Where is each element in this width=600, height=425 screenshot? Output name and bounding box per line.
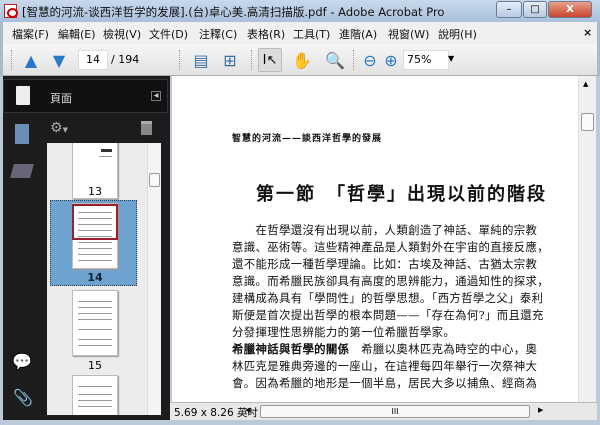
close-button[interactable]: X bbox=[548, 1, 592, 18]
trash-icon[interactable] bbox=[141, 121, 152, 135]
menu-edit[interactable]: 編輯(E) bbox=[58, 26, 96, 42]
title-bar: [智慧的河流-谈西洋哲学的发展].(台)卓心美.高清扫描版.pdf - Adob… bbox=[0, 0, 600, 22]
menu-help[interactable]: 說明(H) bbox=[438, 26, 477, 42]
document-view[interactable]: 智慧的河流——談西洋哲學的發展 第一節 「哲學」出現以前的階段 在哲學還沒有出現… bbox=[172, 76, 578, 402]
body-line: 還不能形成一種哲學理論。比如：古埃及神話、古猶太宗教 bbox=[232, 257, 538, 271]
menu-file[interactable]: 檔案(F) bbox=[12, 26, 49, 42]
scroll-left-icon[interactable]: ◀ bbox=[245, 406, 250, 414]
attachment-icon[interactable]: 📎 bbox=[13, 388, 33, 407]
hand-tool-button[interactable]: ✋ bbox=[290, 48, 314, 72]
collapse-panel-button[interactable]: ◀ bbox=[151, 91, 161, 101]
thumbnail-label: 14 bbox=[87, 271, 103, 284]
thumbnail-label: 15 bbox=[88, 359, 102, 372]
body-line: 在哲學還沒有出現以前，人類創造了神話、單純的宗教 bbox=[232, 223, 538, 237]
thumbnail-page-14[interactable] bbox=[72, 203, 118, 269]
subsection-heading: 希臘神話與哲學的關係 bbox=[232, 342, 350, 356]
thumbnail-list: 13 14 15 bbox=[47, 143, 161, 415]
magnifier-icon: 🔍 bbox=[325, 50, 345, 70]
minus-circle-icon: ⊖ bbox=[363, 50, 377, 70]
fit-page-icon: ⊞ bbox=[223, 50, 237, 70]
body-line: 林匹克是雅典旁邊的一座山，在這裡每四年舉行一次祭神大 bbox=[232, 359, 538, 373]
arrow-up-icon: ▲ bbox=[24, 50, 38, 70]
text-cursor-icon: I↖ bbox=[262, 52, 278, 68]
select-tool-button[interactable]: I↖ bbox=[258, 48, 282, 72]
scroll-thumb[interactable] bbox=[149, 173, 160, 187]
hand-icon: ✋ bbox=[292, 50, 312, 70]
fit-page-button[interactable]: ⊞ bbox=[218, 48, 242, 72]
acrobat-icon bbox=[4, 4, 18, 18]
pages-icon[interactable] bbox=[16, 86, 30, 105]
section-heading: 第一節 「哲學」出現以前的階段 bbox=[256, 184, 547, 205]
navigation-strip: 💬 📎 bbox=[3, 76, 45, 420]
previous-page-button[interactable]: ▲ bbox=[19, 48, 43, 72]
visible-area-box[interactable] bbox=[72, 204, 118, 240]
comments-icon[interactable]: 💬 bbox=[12, 352, 32, 371]
menu-window[interactable]: 視窗(W) bbox=[388, 26, 429, 42]
signatures-icon[interactable] bbox=[10, 164, 34, 178]
scroll-right-icon[interactable]: ▶ bbox=[538, 406, 543, 414]
arrow-down-icon: ▼ bbox=[52, 50, 66, 70]
next-page-button[interactable]: ▼ bbox=[47, 48, 71, 72]
vertical-scrollbar[interactable]: ▲ bbox=[578, 76, 596, 402]
thumbnail-page-15[interactable] bbox=[72, 290, 118, 356]
menu-forms[interactable]: 表格(R) bbox=[247, 26, 285, 42]
bookmarks-icon[interactable] bbox=[15, 124, 29, 144]
options-gear-icon[interactable]: ⚙▼ bbox=[50, 120, 68, 136]
marquee-zoom-button[interactable]: 🔍 bbox=[323, 48, 347, 72]
scroll-thumb[interactable] bbox=[581, 113, 594, 131]
minimize-button[interactable]: – bbox=[496, 1, 522, 18]
plus-circle-icon: ⊕ bbox=[384, 50, 398, 70]
menu-tools[interactable]: 工具(T) bbox=[293, 26, 330, 42]
fit-width-button[interactable]: ▤ bbox=[189, 48, 213, 72]
zoom-in-button[interactable]: ⊕ bbox=[379, 48, 403, 72]
menu-comments[interactable]: 注釋(C) bbox=[199, 26, 237, 42]
body-line: 意識。而希臘民族卻具有高度的思辨能力，通過知性的探求， bbox=[232, 274, 549, 288]
menu-document[interactable]: 文件(D) bbox=[149, 26, 188, 42]
menu-bar: 檔案(F) 編輯(E) 檢視(V) 文件(D) 注釋(C) 表格(R) 工具(T… bbox=[0, 22, 600, 44]
status-bar: 5.69 x 8.26 英吋 ◀ III ▶ bbox=[170, 402, 597, 420]
menu-view[interactable]: 檢視(V) bbox=[103, 26, 141, 42]
panel-title: 頁面 bbox=[50, 92, 72, 105]
body-line: 斯便是首次提出哲學的根本問題——「存在為何?」而且還充 bbox=[232, 308, 544, 322]
body-line: 希臘以奧林匹克為時空的中心，奧 bbox=[349, 342, 538, 356]
fit-width-icon: ▤ bbox=[193, 50, 209, 70]
close-document-button[interactable]: × bbox=[583, 26, 592, 39]
horizontal-scroll-thumb[interactable]: III bbox=[260, 405, 530, 418]
maximize-button[interactable]: □ bbox=[523, 1, 547, 18]
toolbar: ▲ ▼ 14 / 194 ▤ ⊞ I↖ ✋ 🔍 ⊖ ⊕ 75% ▼ bbox=[0, 44, 600, 76]
thumbnail-scrollbar[interactable] bbox=[147, 143, 161, 415]
body-line: 意識、巫術等。這些精神產品是人類對外在宇宙的直接反應， bbox=[232, 240, 549, 254]
thumbnail-label: 13 bbox=[88, 185, 102, 198]
body-line: 建構成為具有「學問性」的哲學思想。「西方哲學之父」泰利 bbox=[232, 291, 544, 305]
page-number-input[interactable]: 14 bbox=[78, 50, 108, 70]
menu-advanced[interactable]: 進階(A) bbox=[339, 26, 377, 42]
window-title: [智慧的河流-谈西洋哲学的发展].(台)卓心美.高清扫描版.pdf - Adob… bbox=[22, 5, 445, 19]
running-header: 智慧的河流——談西洋哲學的發展 bbox=[232, 134, 383, 144]
thumbnail-page-16[interactable] bbox=[72, 375, 118, 415]
zoom-dropdown-chevron-icon[interactable]: ▼ bbox=[448, 54, 454, 63]
page-count: / 194 bbox=[111, 53, 140, 66]
body-line: 分發揮理性思辨能力的第一位希臘哲學家。 bbox=[232, 325, 456, 339]
scroll-up-icon[interactable]: ▲ bbox=[583, 80, 588, 88]
body-line: 會。因為希臘的地形是一個半島，居民大多以捕魚、經商為 bbox=[232, 376, 538, 390]
zoom-level-input[interactable]: 75% bbox=[403, 50, 449, 70]
pages-panel-header: 頁面 ◀ bbox=[3, 79, 168, 113]
